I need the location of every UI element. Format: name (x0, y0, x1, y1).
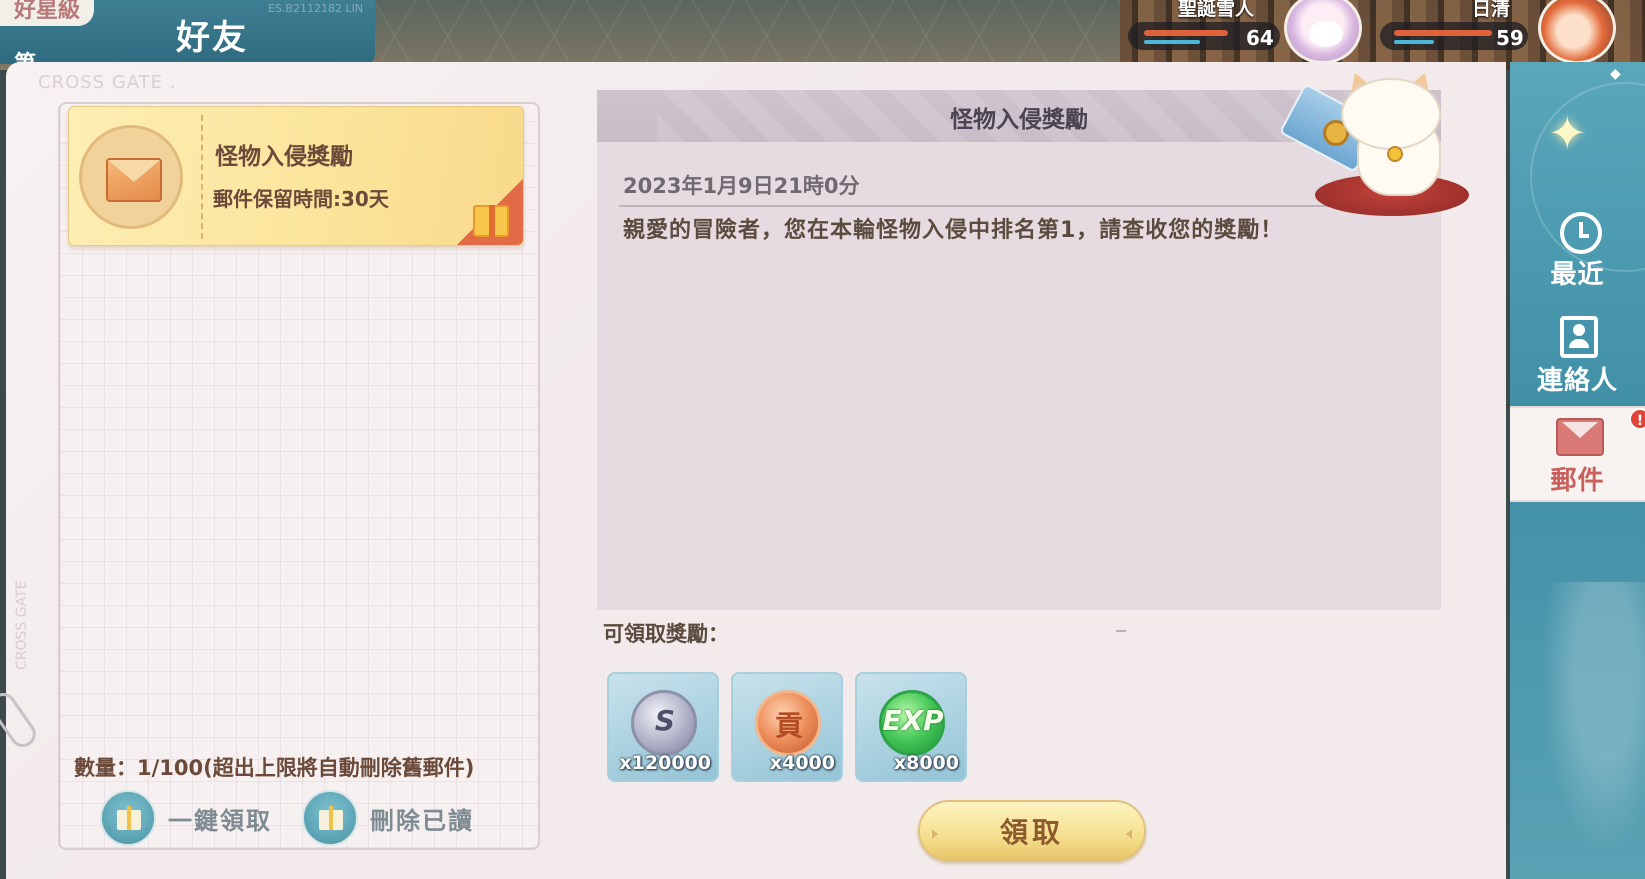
party-member-level: 64 (1246, 26, 1274, 50)
clock-icon (1560, 212, 1602, 254)
claim-button-label: 領取 (999, 816, 1064, 849)
gift-icon (100, 790, 156, 846)
hp-bar (1144, 30, 1228, 36)
detail-body: 親愛的冒險者，您在本輪怪物入侵中排名第1，請查收您的獎勵！ (623, 218, 1284, 243)
mail-item-title: 怪物入侵獎勵 (215, 144, 353, 170)
reward-item[interactable]: EXP x8000 (855, 672, 967, 782)
hp-bar (1394, 30, 1492, 36)
mail-count: 數量：1/100(超出上限將自動刪除舊郵件) (74, 756, 475, 780)
party-member-1[interactable]: 聖誕雪人 64 (1128, 0, 1368, 64)
reward-glyph: EXP (882, 704, 944, 737)
party-member-name: 聖誕雪人 (1178, 0, 1255, 20)
sidebar-item-label: 郵件 (1550, 466, 1605, 496)
previous-tab-fragment: 好星級 (0, 0, 95, 26)
tab-banner: 好星級 ES.B2112182 LIN 好友 第 (0, 0, 375, 77)
mail-item-retention: 郵件保留時間:30天 (213, 187, 389, 211)
delete-read-label: 刪除已讀 (370, 806, 474, 835)
gift-icon (302, 790, 358, 846)
arrow-left-icon (932, 829, 938, 839)
reward-glyph: S (654, 704, 676, 737)
envelope-icon (106, 158, 162, 202)
reward-glyph: 貢 (774, 709, 803, 742)
avatar-face (1309, 21, 1343, 47)
faint-code: ES.B2112182 LIN (268, 2, 364, 15)
sparkle-icon: ✦ (1548, 106, 1587, 160)
reward-quantity: x8000 (893, 752, 959, 774)
ticket-divider (201, 115, 203, 239)
sidebar-item-contacts[interactable]: 連絡人 (1510, 308, 1645, 404)
arrow-right-icon (1126, 829, 1132, 839)
rewards-label: 可領取獎勵： (603, 622, 729, 646)
avatar[interactable] (1538, 0, 1616, 64)
rewards-divider (1116, 630, 1126, 632)
brand-watermark: CROSS GATE . (38, 72, 177, 93)
sidebar-item-label: 最近 (1550, 260, 1605, 290)
claim-button[interactable]: 領取 (918, 800, 1146, 862)
mp-bar (1144, 40, 1200, 44)
sparkle-icon: ◆ (1610, 66, 1621, 82)
claim-all-label: 一鍵領取 (168, 806, 272, 835)
bell-icon (1387, 146, 1403, 162)
avatar[interactable] (1284, 0, 1362, 64)
mail-icon (1556, 418, 1604, 456)
reward-quantity: x120000 (619, 752, 711, 774)
delete-read-button[interactable]: 刪除已讀 (302, 790, 474, 846)
sidebar-item-label: 連絡人 (1536, 366, 1618, 396)
detail-title: 怪物入侵獎勵 (950, 107, 1088, 133)
gift-icon (473, 205, 509, 237)
mp-bar (1394, 40, 1434, 44)
vertical-watermark: CROSS GATE (14, 580, 30, 670)
party-member-level: 59 (1496, 26, 1524, 50)
notification-badge: ! (1629, 408, 1645, 430)
reward-item[interactable]: 貢 x4000 (731, 672, 843, 782)
contact-icon (1560, 316, 1598, 358)
sidebar-item-mail[interactable]: 郵件 (1510, 406, 1645, 502)
detail-date: 2023年1月9日21時0分 (623, 174, 860, 198)
sidebar-item-recent[interactable]: 最近 (1510, 202, 1645, 298)
lucky-cat-mascot (1278, 67, 1473, 220)
reward-quantity: x4000 (769, 752, 835, 774)
sidebar: ✦ ◆ 最近 連絡人 郵件 (1510, 62, 1645, 879)
party-member-2[interactable]: 日清 59 (1380, 0, 1645, 64)
envelope-badge (79, 125, 183, 229)
page-title: 好友 (176, 18, 248, 58)
party-member-name: 日清 (1472, 0, 1511, 20)
claim-all-button[interactable]: 一鍵領取 (100, 790, 272, 846)
character-art (1530, 582, 1645, 879)
reward-item[interactable]: S x120000 (607, 672, 719, 782)
floor-tiles (360, 0, 1120, 70)
mail-list-item[interactable]: 怪物入侵獎勵 郵件保留時間:30天 (68, 106, 524, 246)
